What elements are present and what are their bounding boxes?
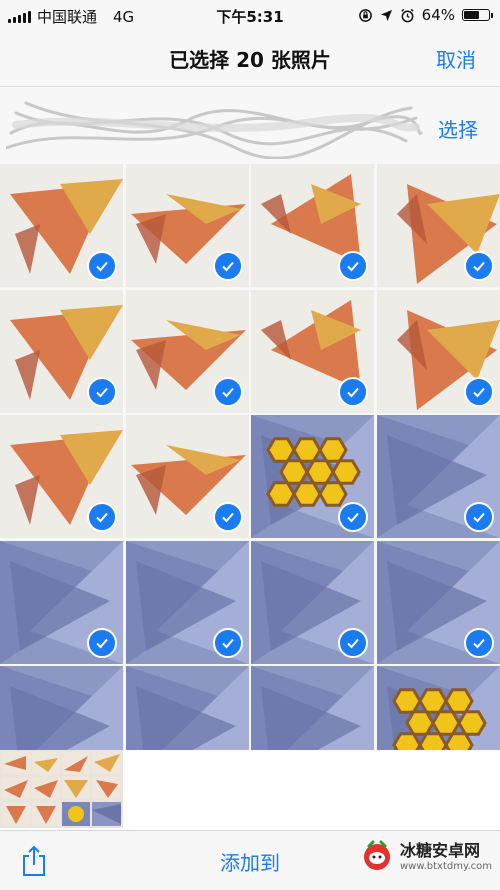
select-button[interactable]: 选择 (438, 114, 478, 143)
photo-thumbnail[interactable] (376, 540, 500, 664)
photo-thumbnail[interactable] (251, 164, 375, 287)
watermark-url: www.btxtdmy.com (399, 861, 492, 872)
selected-check-icon[interactable] (212, 376, 243, 407)
battery-fill (464, 11, 479, 19)
selected-check-icon[interactable] (212, 627, 243, 658)
photo-thumbnail-album[interactable] (0, 750, 123, 828)
selected-check-icon[interactable] (338, 376, 369, 407)
status-bar: 中国联通 4G 下午5:31 64% (0, 0, 500, 30)
redaction-scribble (6, 101, 423, 159)
cancel-button[interactable]: 取消 (436, 44, 476, 73)
photo-thumbnail[interactable] (376, 289, 500, 413)
photo-thumbnail[interactable] (251, 540, 375, 664)
section-header: 选择 (0, 86, 500, 165)
selected-check-icon[interactable] (338, 251, 369, 281)
photo-thumbnail[interactable] (251, 289, 375, 413)
selected-check-icon[interactable] (212, 251, 243, 281)
photo-thumbnail[interactable] (125, 289, 249, 413)
rotation-lock-icon (358, 8, 372, 22)
selected-check-icon[interactable] (87, 502, 117, 533)
photo-thumbnail[interactable] (0, 289, 123, 413)
selected-check-icon[interactable] (338, 627, 369, 658)
watermark-title: 冰糖安卓网 (399, 841, 480, 860)
photo-thumbnail[interactable] (125, 164, 249, 287)
location-icon (380, 9, 392, 21)
status-right: 64% (358, 6, 493, 24)
selected-check-icon[interactable] (463, 376, 494, 407)
photo-thumbnail[interactable] (0, 540, 123, 664)
bottom-toolbar: 添加到 冰糖安卓网 www.btxtdmy.com (0, 830, 500, 890)
nav-bar: 已选择 20 张照片 取消 (0, 30, 500, 86)
selected-check-icon[interactable] (87, 376, 117, 407)
photo-thumbnail[interactable] (0, 415, 123, 539)
photo-thumbnail[interactable] (125, 415, 249, 539)
photo-thumbnail[interactable] (376, 164, 500, 287)
battery-percent: 64% (421, 6, 455, 24)
photo-thumbnail[interactable] (125, 540, 249, 664)
page-title: 已选择 20 张照片 (169, 48, 331, 72)
album-mosaic-icon (0, 750, 123, 828)
photo-thumbnail[interactable] (0, 164, 123, 287)
selected-check-icon[interactable] (463, 502, 494, 533)
watermark: 冰糖安卓网 www.btxtdmy.com (360, 837, 492, 872)
selected-check-icon[interactable] (87, 251, 117, 281)
watermark-logo-icon (363, 840, 390, 870)
selected-check-icon[interactable] (463, 251, 494, 281)
alarm-icon (401, 8, 414, 22)
battery-icon (462, 9, 493, 21)
selected-check-icon[interactable] (212, 502, 243, 533)
selected-check-icon[interactable] (463, 627, 494, 658)
photo-thumbnail[interactable] (376, 415, 500, 539)
photo-thumbnail[interactable] (251, 415, 375, 539)
selected-check-icon[interactable] (87, 627, 117, 658)
